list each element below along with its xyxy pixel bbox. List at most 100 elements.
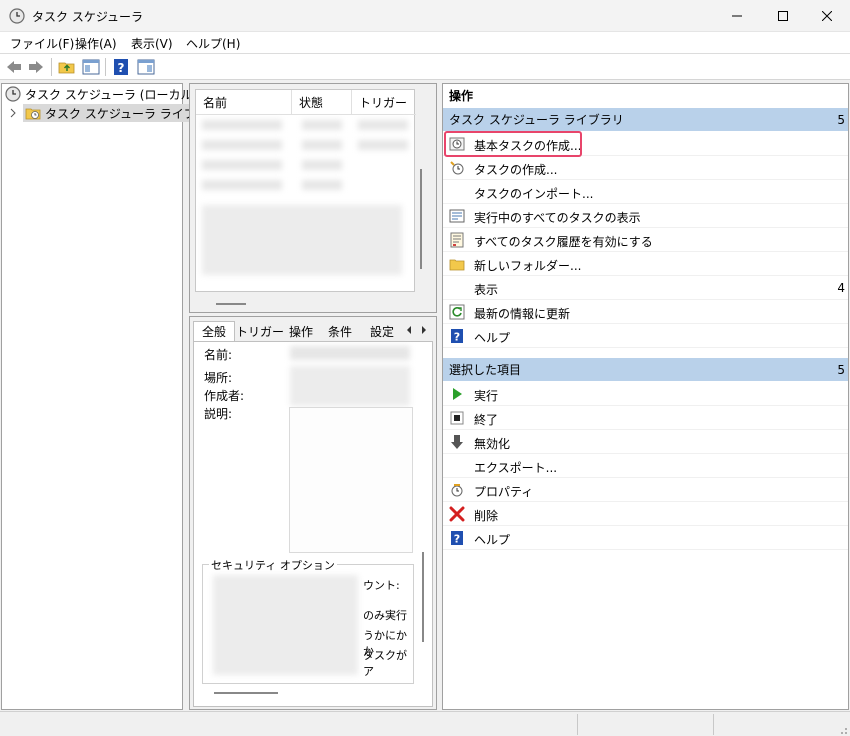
menu-bar: ファイル(F) 操作(A) 表示(V) ヘルプ(H) [0, 32, 850, 54]
toolbar-separator [51, 58, 52, 76]
blurred-task-row [202, 180, 282, 190]
svg-text:?: ? [454, 331, 460, 344]
resize-grip-icon[interactable] [836, 723, 848, 735]
forward-arrow-icon[interactable] [27, 58, 45, 76]
action-enable-history[interactable]: すべてのタスク履歴を有効にする [443, 228, 848, 252]
action-properties[interactable]: プロパティ [443, 478, 848, 502]
action-import-task[interactable]: タスクのインポート... [443, 180, 848, 204]
clock-icon [5, 86, 21, 102]
tab-conditions[interactable]: 条件 [320, 321, 360, 341]
action-view[interactable]: 表示 4 [443, 276, 848, 300]
status-bar-separator [713, 714, 714, 735]
stop-icon [450, 411, 464, 425]
minimize-button[interactable] [714, 0, 760, 32]
create-task-icon [450, 161, 464, 175]
action-export[interactable]: エクスポート... [443, 454, 848, 478]
blurred-task-status [302, 140, 342, 150]
folder-clock-icon [25, 108, 41, 120]
column-header-name[interactable]: 名前 [196, 90, 292, 114]
security-snippet: タスクがア [363, 649, 407, 678]
toolbar: ? [0, 54, 850, 80]
vertical-scrollbar[interactable] [420, 169, 422, 269]
run-icon [453, 388, 462, 400]
history-icon [450, 232, 464, 248]
blurred-task-row [202, 160, 282, 170]
folder-icon [449, 259, 465, 271]
actions-pane-title: 操作 [443, 84, 848, 107]
back-arrow-icon[interactable] [5, 58, 23, 76]
disable-icon [451, 435, 463, 449]
tab-actions[interactable]: 操作 [284, 321, 318, 341]
svg-text:?: ? [118, 61, 125, 75]
task-details-pane: 全般 トリガー 操作 条件 設定 名前: 場所: 作成者: 説明: セキュリティ… [189, 316, 437, 710]
help-icon: ? [451, 531, 463, 546]
action-disable[interactable]: 無効化 [443, 430, 848, 454]
menu-file[interactable]: ファイル(F) [10, 35, 74, 52]
menu-view[interactable]: 表示(V) [131, 35, 173, 52]
tab-scroll-right-icon[interactable] [419, 325, 429, 335]
show-hide-tree-icon[interactable] [82, 58, 100, 76]
action-help-selected[interactable]: ? ヘルプ [443, 526, 848, 550]
tree-item-root[interactable]: タスク スケジューラ (ローカル) [5, 85, 197, 103]
console-tree-pane: タスク スケジューラ (ローカル) タスク スケジューラ ライブラリ [1, 83, 224, 710]
blurred-task-status [302, 160, 342, 170]
properties-icon [451, 484, 463, 497]
action-run[interactable]: 実行 [443, 382, 848, 406]
tab-general[interactable]: 全般 [193, 321, 235, 341]
maximize-icon [778, 11, 788, 21]
running-tasks-icon [449, 209, 465, 223]
horizontal-scrollbar[interactable] [216, 303, 246, 305]
label-location: 場所: [204, 371, 233, 385]
blurred-task-status [302, 180, 342, 190]
menu-action[interactable]: 操作(A) [75, 35, 117, 52]
tree-root-label: タスク スケジューラ (ローカル) [25, 87, 198, 102]
close-button[interactable] [804, 0, 850, 32]
action-refresh[interactable]: 最新の情報に更新 [443, 300, 848, 324]
maximize-button[interactable] [760, 0, 806, 32]
up-folder-icon[interactable] [58, 58, 76, 76]
column-header-status[interactable]: 状態 [292, 90, 352, 114]
action-help[interactable]: ? ヘルプ [443, 324, 848, 348]
tab-triggers[interactable]: トリガー [236, 321, 284, 341]
description-box [289, 407, 413, 553]
action-display-running-tasks[interactable]: 実行中のすべてのタスクの表示 [443, 204, 848, 228]
section-header-selected-item[interactable]: 選択した項目 5 [443, 358, 848, 381]
chevron-right-icon[interactable] [8, 108, 18, 118]
tab-settings[interactable]: 設定 [362, 321, 402, 341]
show-hide-action-pane-icon[interactable] [137, 58, 155, 76]
security-snippet: のみ実行 [363, 609, 407, 622]
actions-pane: 操作 タスク スケジューラ ライブラリ 5 基本タスクの作成... タスクの作成… [442, 83, 849, 710]
delete-icon [449, 506, 465, 522]
security-options-title: セキュリティ オプション [209, 557, 337, 573]
label-author: 作成者: [204, 389, 245, 403]
blurred-location-value [290, 366, 410, 406]
action-delete[interactable]: 削除 [443, 502, 848, 526]
minimize-icon [732, 15, 742, 17]
blurred-task-rows [202, 205, 402, 275]
label-description: 説明: [204, 407, 233, 421]
blurred-task-status [302, 120, 342, 130]
security-snippet: ウント: [363, 579, 400, 592]
security-options-group: セキュリティ オプション ウント: のみ実行 うかにかか タスクがア [202, 557, 414, 684]
blurred-security-text [213, 575, 358, 675]
blurred-name-value [290, 346, 410, 360]
menu-help[interactable]: ヘルプ(H) [186, 35, 240, 52]
help-icon[interactable]: ? [112, 58, 130, 76]
task-list[interactable]: 名前 状態 トリガー [195, 89, 416, 305]
section-header-library[interactable]: タスク スケジューラ ライブラリ 5 [443, 108, 848, 131]
tab-scroll-left-icon[interactable] [404, 325, 414, 335]
column-header-trigger[interactable]: トリガー [352, 90, 416, 114]
action-create-task[interactable]: タスクの作成... [443, 156, 848, 180]
task-list-frame: 名前 状態 トリガー [189, 83, 437, 313]
refresh-icon [449, 304, 465, 320]
label-name: 名前: [204, 348, 233, 362]
close-icon [822, 11, 832, 21]
action-new-folder[interactable]: 新しいフォルダー... [443, 252, 848, 276]
status-bar-separator [577, 714, 578, 735]
action-end[interactable]: 終了 [443, 406, 848, 430]
blurred-task-trigger [358, 120, 408, 130]
blurred-task-row [202, 140, 282, 150]
vertical-scrollbar[interactable] [422, 552, 424, 642]
title-bar: タスク スケジューラ [0, 0, 850, 32]
horizontal-scrollbar[interactable] [214, 692, 278, 694]
